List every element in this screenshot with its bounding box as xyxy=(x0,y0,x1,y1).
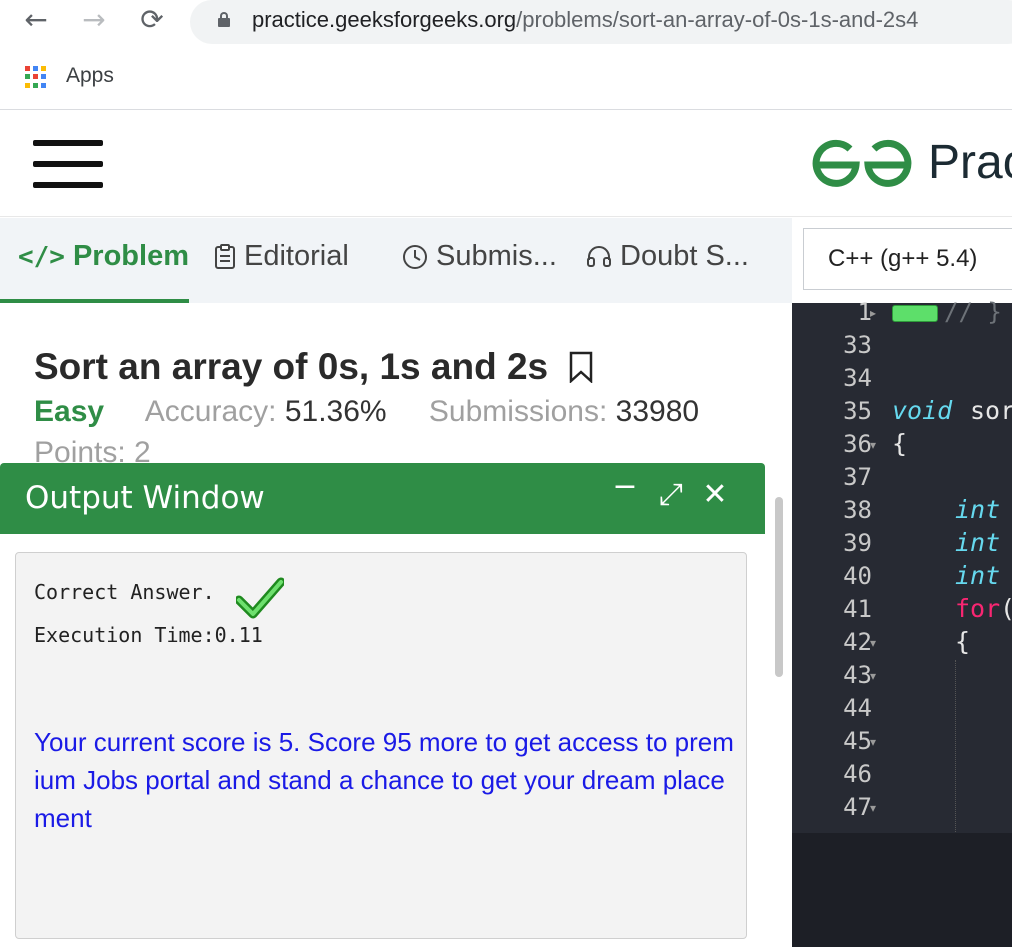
line-number: 45 xyxy=(843,727,872,755)
line-number: 35 xyxy=(843,397,872,425)
scrollbar[interactable] xyxy=(775,497,783,677)
accuracy-value: 51.36% xyxy=(284,395,387,428)
problem-title: Sort an array of 0s, 1s and 2s xyxy=(34,346,594,388)
code-brace-open: { xyxy=(955,627,971,656)
line-number: 34 xyxy=(843,364,872,392)
document-icon xyxy=(215,243,235,269)
browser-toolbar: ← → ⟳ practice.geeksforgeeks.org/problem… xyxy=(0,0,1012,50)
bookmarks-bar xyxy=(0,50,1012,110)
line-number: 43 xyxy=(843,661,872,689)
reload-icon[interactable]: ⟳ xyxy=(134,4,170,40)
line-number: 47 xyxy=(843,793,872,821)
apps-bookmark[interactable]: Apps xyxy=(66,64,114,88)
line-number: 36 xyxy=(843,430,872,458)
code-brace-open: { xyxy=(892,429,908,458)
code-icon: </> xyxy=(18,241,65,272)
tab-label: Doubt S... xyxy=(620,240,749,272)
score-message: Your current score is 5. Score 95 more t… xyxy=(34,727,734,833)
lock-icon xyxy=(218,12,230,27)
tab-label: Submis... xyxy=(436,240,557,272)
code-keyword-int: int xyxy=(955,495,1001,524)
result-text: Correct Answer. xyxy=(34,580,215,604)
clock-icon xyxy=(403,244,427,269)
code-keyword-for: for xyxy=(955,594,1001,623)
code-keyword-void: void xyxy=(892,396,953,425)
tab-problem[interactable]: </> Problem xyxy=(18,240,189,273)
tab-label: Editorial xyxy=(244,240,349,272)
line-number: 41 xyxy=(843,595,872,623)
folded-comment: // } xyxy=(944,298,1002,326)
close-icon[interactable]: ✕ xyxy=(698,478,732,512)
line-number: 33 xyxy=(843,331,872,359)
tab-submissions[interactable]: Submis... xyxy=(402,240,557,273)
fold-arrow-icon[interactable]: ▾ xyxy=(870,801,876,815)
problem-meta: Easy Accuracy: 51.36% Submissions: 33980 xyxy=(34,395,733,429)
fold-arrow-icon[interactable]: ▾ xyxy=(870,438,876,452)
submissions-label: Submissions: xyxy=(428,395,608,428)
execution-time: Execution Time:0.11 xyxy=(34,623,263,647)
code-function-name: sor xyxy=(970,396,1012,425)
url-text[interactable]: practice.geeksforgeeks.org/problems/sort… xyxy=(252,7,918,33)
indent-guide xyxy=(955,660,956,832)
line-number: 1 xyxy=(857,298,872,326)
gfg-logo-icon[interactable] xyxy=(812,138,912,188)
menu-icon[interactable] xyxy=(33,140,103,188)
minimize-icon[interactable]: − xyxy=(608,470,642,504)
expand-icon[interactable]: ⤢ xyxy=(654,478,688,512)
checkmark-icon xyxy=(236,577,284,619)
line-number: 39 xyxy=(843,529,872,557)
apps-icon[interactable] xyxy=(25,66,47,88)
line-number: 42 xyxy=(843,628,872,656)
output-window-title: Output Window xyxy=(25,480,265,516)
code-paren: ( xyxy=(1000,594,1012,623)
submissions-value: 33980 xyxy=(615,395,700,428)
accuracy-label: Accuracy: xyxy=(144,395,277,428)
brand-text[interactable]: Prac xyxy=(928,135,1012,190)
line-number: 38 xyxy=(843,496,872,524)
line-number: 40 xyxy=(843,562,872,590)
tab-label: Problem xyxy=(72,240,189,272)
fold-marker-icon[interactable] xyxy=(892,305,938,322)
editor-bottom-area xyxy=(792,833,1012,947)
bookmark-icon[interactable] xyxy=(568,351,594,383)
fold-arrow-icon[interactable]: ▾ xyxy=(870,669,876,683)
language-select[interactable]: C++ (g++ 5.4) xyxy=(803,228,1012,290)
code-keyword-int: int xyxy=(955,561,1001,590)
line-number: 44 xyxy=(843,694,872,722)
code-keyword-int: int xyxy=(955,528,1001,557)
fold-arrow-icon[interactable]: ▸ xyxy=(870,306,876,320)
address-bar[interactable]: practice.geeksforgeeks.org/problems/sort… xyxy=(190,0,1012,44)
forward-icon[interactable]: → xyxy=(76,4,112,40)
points-label: Points: 2 xyxy=(34,436,151,463)
tab-editorial[interactable]: Editorial xyxy=(214,240,349,273)
back-icon[interactable]: ← xyxy=(18,4,54,40)
fold-arrow-icon[interactable]: ▾ xyxy=(870,636,876,650)
tab-doubt-support[interactable]: Doubt S... xyxy=(586,240,749,273)
difficulty-badge: Easy xyxy=(34,395,105,428)
headset-icon xyxy=(587,245,611,267)
line-number: 46 xyxy=(843,760,872,788)
fold-arrow-icon[interactable]: ▾ xyxy=(870,735,876,749)
line-number: 37 xyxy=(843,463,872,491)
problem-title-text: Sort an array of 0s, 1s and 2s xyxy=(34,346,549,387)
